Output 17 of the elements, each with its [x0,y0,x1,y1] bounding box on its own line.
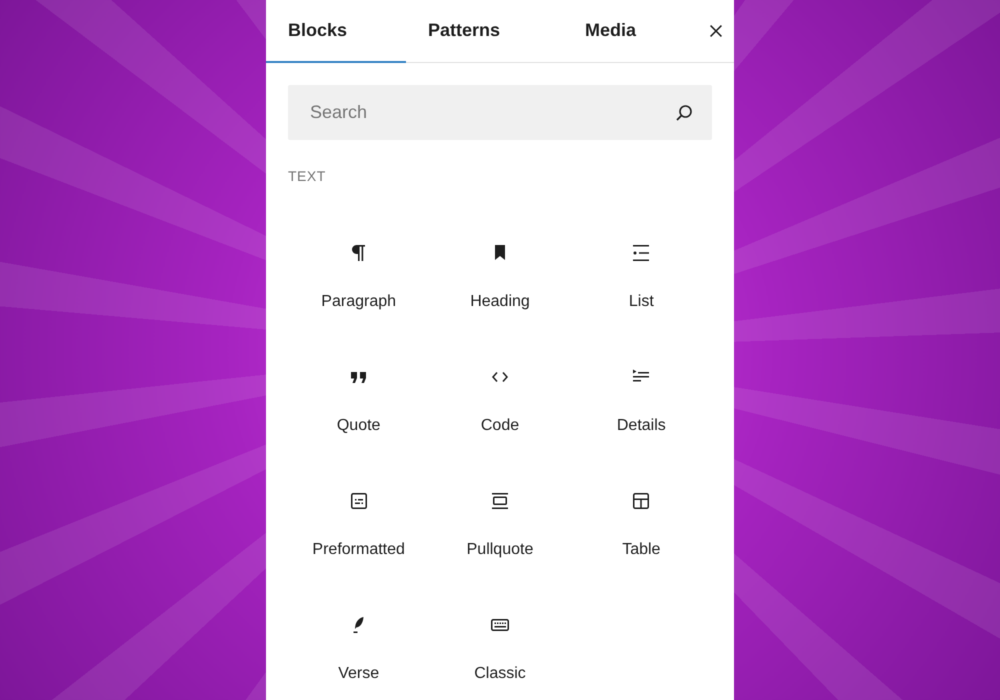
tab[interactable]: Blocks [266,0,406,63]
block-button[interactable]: Details [570,339,712,451]
block-button[interactable]: Verse [288,587,430,699]
block-button[interactable]: Pullquote [429,463,571,575]
search-field[interactable]: Search [288,85,712,140]
block-button[interactable]: Preformatted [288,463,430,575]
block-button[interactable]: Quote [288,339,430,451]
tab[interactable]: Media [563,0,693,63]
block-button[interactable]: List [570,215,712,327]
block-button[interactable]: Code [429,339,571,451]
search-input[interactable]: Search [310,102,672,123]
block-button[interactable]: Classic [429,587,571,699]
block-button[interactable]: Table [570,463,712,575]
block-button[interactable]: Paragraph [288,215,430,327]
tab[interactable]: Patterns [406,0,563,63]
block-button[interactable]: Heading [429,215,571,327]
category-heading: TEXT [288,168,327,184]
